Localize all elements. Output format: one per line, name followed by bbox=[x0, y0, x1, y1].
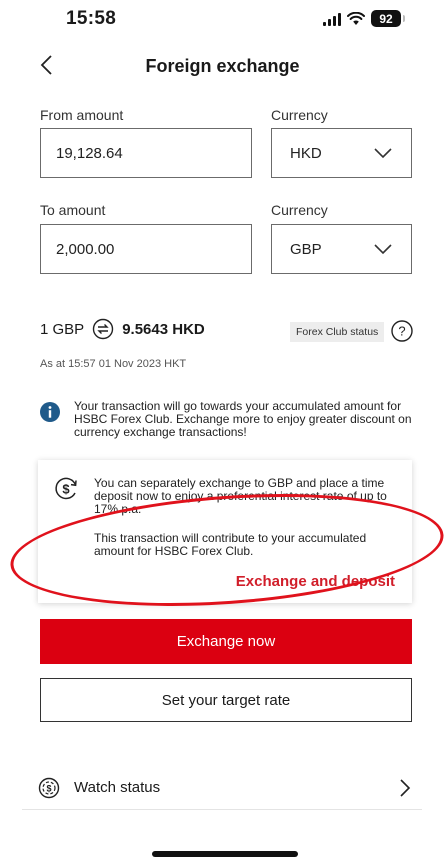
forex-club-status-button[interactable]: Forex Club status bbox=[290, 322, 385, 342]
page-title: Foreign exchange bbox=[145, 56, 300, 76]
to-currency-select[interactable]: GBP bbox=[271, 224, 412, 274]
svg-text:$: $ bbox=[46, 784, 51, 794]
help-icon[interactable]: ? bbox=[391, 320, 413, 342]
exchange-and-deposit-link[interactable]: Exchange and deposit bbox=[236, 573, 395, 590]
svg-text:$: $ bbox=[62, 482, 70, 497]
watch-status-row[interactable]: $ Watch status bbox=[22, 766, 422, 810]
rate-from: 1 GBP bbox=[40, 320, 85, 338]
svg-text:?: ? bbox=[398, 324, 405, 339]
status-time: 15:58 bbox=[66, 8, 117, 29]
chevron-right-icon bbox=[400, 779, 411, 797]
rate-timestamp: As at 15:57 01 Nov 2023 HKT bbox=[40, 358, 187, 370]
status-bar: 15:58 92 bbox=[0, 0, 445, 40]
to-currency-value: GBP bbox=[290, 240, 322, 258]
promo-text-deposit: You can separately exchange to GBP and p… bbox=[94, 476, 387, 516]
watch-status-icon: $ bbox=[38, 777, 60, 799]
to-amount-input[interactable]: 2,000.00 bbox=[40, 224, 252, 274]
chevron-down-icon bbox=[374, 244, 392, 255]
rate-to: 9.5643 HKD bbox=[122, 320, 205, 338]
promo-card: $ You can separately exchange to GBP and… bbox=[38, 460, 412, 603]
wifi-icon bbox=[347, 11, 365, 25]
home-indicator bbox=[152, 851, 298, 857]
cellular-signal-icon bbox=[323, 12, 341, 26]
to-amount-label: To amount bbox=[40, 202, 106, 218]
watch-status-label: Watch status bbox=[74, 779, 161, 796]
from-currency-select[interactable]: HKD bbox=[271, 128, 412, 178]
chevron-down-icon bbox=[374, 148, 392, 159]
from-currency-value: HKD bbox=[290, 144, 322, 162]
set-target-rate-button[interactable]: Set your target rate bbox=[40, 678, 412, 722]
from-amount-label: From amount bbox=[40, 107, 124, 123]
info-text: Your transaction will go towards your ac… bbox=[74, 399, 412, 439]
promo-text-contribution: This transaction will contribute to your… bbox=[94, 531, 367, 558]
dollar-exchange-icon: $ bbox=[55, 477, 77, 500]
from-currency-label: Currency bbox=[271, 107, 328, 123]
swap-icon bbox=[92, 318, 114, 340]
exchange-rate: 1 GBP 9.5643 HKD bbox=[40, 318, 205, 340]
status-icons: 92 bbox=[323, 10, 405, 27]
battery-indicator: 92 bbox=[371, 10, 405, 27]
to-currency-label: Currency bbox=[271, 202, 328, 218]
from-amount-input[interactable]: 19,128.64 bbox=[40, 128, 252, 178]
nav-bar: Foreign exchange bbox=[0, 44, 445, 88]
exchange-now-button[interactable]: Exchange now bbox=[40, 619, 412, 664]
info-icon bbox=[40, 402, 60, 422]
